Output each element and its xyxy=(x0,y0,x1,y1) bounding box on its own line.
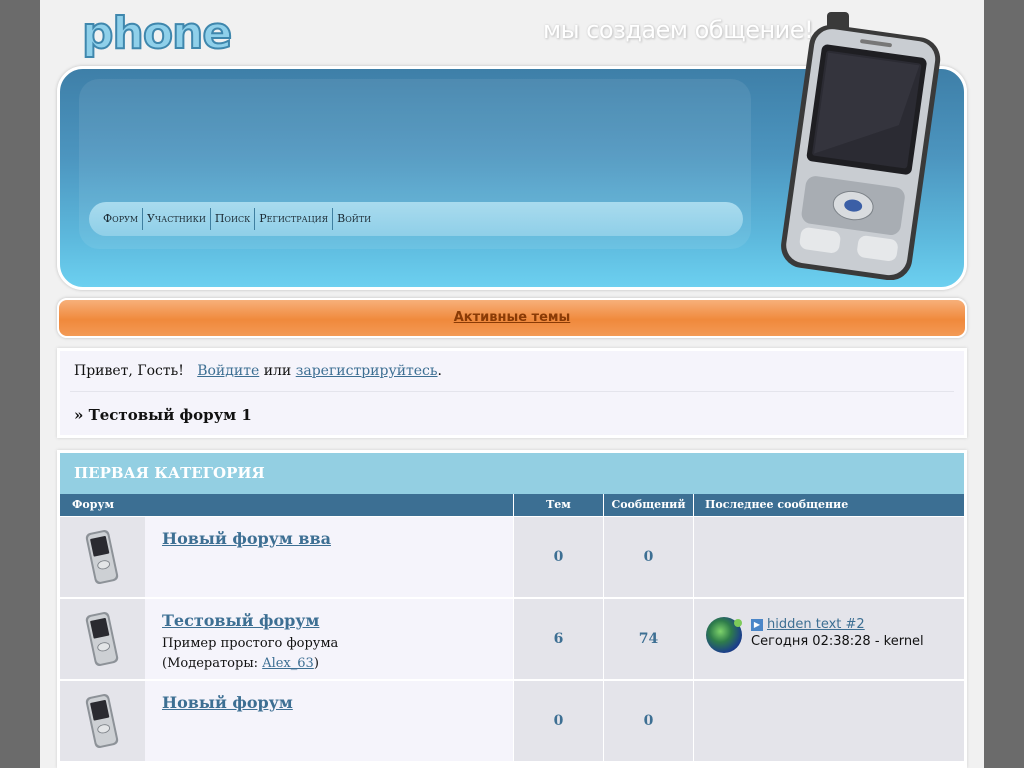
forum-name-cell: Новый форум xyxy=(145,681,513,761)
moderators-prefix: (Модераторы: xyxy=(162,656,263,671)
category-table: ПЕРВАЯ КАТЕГОРИЯ Форум Тем Сообщений Пос… xyxy=(57,450,967,768)
topics-count: 0 xyxy=(514,517,603,597)
forum-icon-cell xyxy=(60,681,145,761)
table-row: Новый форум 0 0 xyxy=(60,681,964,761)
site-slogan: мы создаем общение! xyxy=(543,16,814,44)
forum-name-cell: Тестовый форум Пример простого форума (М… xyxy=(145,599,513,679)
last-post-cell xyxy=(694,681,964,761)
forum-phone-icon xyxy=(85,694,119,748)
register-link[interactable]: зарегистрируйтесь xyxy=(296,363,438,379)
last-post-cell: ▶ hidden text #2 Сегодня 02:38:28 - kerne… xyxy=(694,599,964,679)
topics-count: 0 xyxy=(514,681,603,761)
moderator-link[interactable]: Alex_63 xyxy=(262,656,314,671)
forum-link[interactable]: Тестовый форум xyxy=(162,611,319,630)
col-last-post: Последнее сообщение xyxy=(705,498,849,511)
goto-post-icon[interactable]: ▶ xyxy=(751,618,763,631)
active-topics-bar: Активные темы xyxy=(57,298,967,338)
page: phone мы создаем общение! Форум Участник… xyxy=(40,0,984,768)
table-row: Новый форум вва 0 0 xyxy=(60,517,964,597)
table-row: Тестовый форум Пример простого форума (М… xyxy=(60,599,964,679)
topics-count: 6 xyxy=(514,599,603,679)
welcome-divider xyxy=(70,391,954,392)
col-posts: Сообщений xyxy=(611,498,686,511)
online-status-dot xyxy=(734,619,742,627)
table-header: Форум Тем Сообщений Последнее сообщение xyxy=(60,494,964,516)
moderators-suffix: ) xyxy=(313,656,319,671)
or-text: или xyxy=(263,363,292,379)
last-post-link[interactable]: hidden text #2 xyxy=(767,617,865,632)
phone-illustration xyxy=(781,12,941,280)
main-nav: Форум Участники Поиск Регистрация Войти xyxy=(89,202,743,236)
posts-count: 0 xyxy=(604,517,693,597)
posts-count: 74 xyxy=(604,599,693,679)
last-post-info: ▶ hidden text #2 Сегодня 02:38:28 - kerne… xyxy=(751,616,924,650)
col-forum: Форум xyxy=(72,498,115,511)
nav-item-forum[interactable]: Форум xyxy=(99,208,144,230)
category-title: ПЕРВАЯ КАТЕГОРИЯ xyxy=(60,453,964,494)
welcome-line: Привет, Гость! Войдите или зарегистрируй… xyxy=(74,363,442,379)
nav-item-search[interactable]: Поиск xyxy=(211,208,256,230)
col-divider xyxy=(693,494,694,516)
last-post-time: Сегодня 02:38:28 - kernel xyxy=(751,634,924,649)
col-topics: Тем xyxy=(546,498,571,511)
posts-count: 0 xyxy=(604,681,693,761)
description-text: Пример простого форума xyxy=(162,636,339,651)
nav-item-register[interactable]: Регистрация xyxy=(255,208,334,230)
forum-phone-icon xyxy=(85,530,119,584)
forum-icon-cell xyxy=(60,517,145,597)
forum-link[interactable]: Новый форум вва xyxy=(162,529,331,548)
active-topics-link[interactable]: Активные темы xyxy=(454,310,571,325)
welcome-box: Привет, Гость! Войдите или зарегистрируй… xyxy=(57,348,967,438)
nav-item-members[interactable]: Участники xyxy=(143,208,211,230)
forum-link[interactable]: Новый форум xyxy=(162,693,293,712)
forum-icon-cell xyxy=(60,599,145,679)
nav-item-login[interactable]: Войти xyxy=(333,208,375,230)
last-post-cell xyxy=(694,517,964,597)
forum-description: Пример простого форума (Модераторы: Alex… xyxy=(162,634,513,674)
site-logo[interactable]: phone xyxy=(81,7,233,60)
greeting-text: Привет, Гость! xyxy=(74,363,184,379)
period-text: . xyxy=(437,363,442,379)
breadcrumb: » Тестовый форум 1 xyxy=(74,406,252,424)
forum-name-cell: Новый форум вва xyxy=(145,517,513,597)
forum-phone-icon xyxy=(85,612,119,666)
login-link[interactable]: Войдите xyxy=(197,363,259,379)
